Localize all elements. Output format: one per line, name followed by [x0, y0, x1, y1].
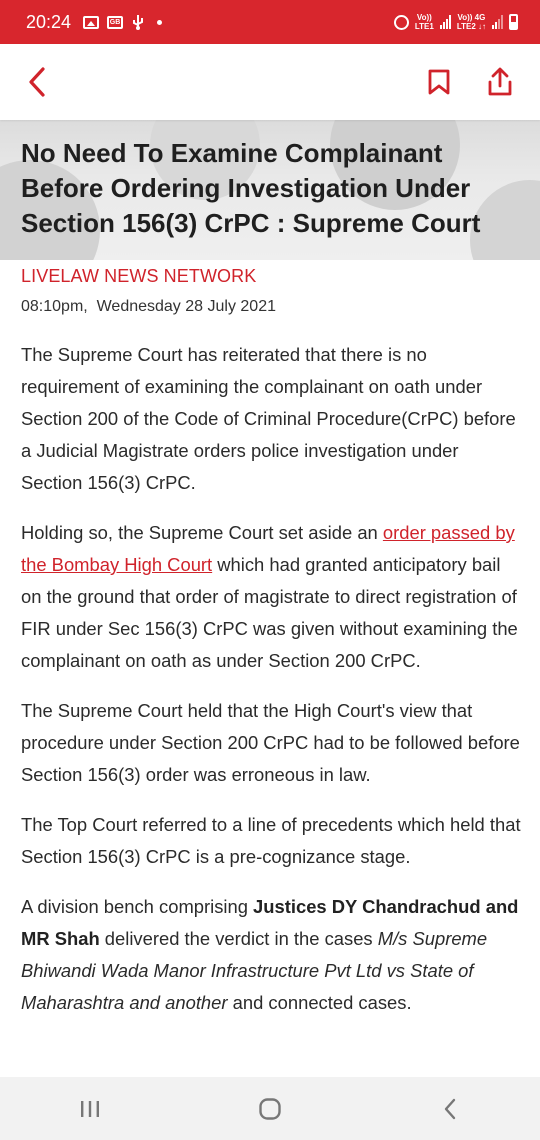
- sim1-indicator: Vo)) LTE1: [415, 13, 434, 31]
- usb-icon: [133, 15, 144, 30]
- article-title: No Need To Examine Complainant Before Or…: [21, 138, 481, 238]
- sim2-volte-label: Vo)) 4G: [457, 13, 486, 22]
- article-author[interactable]: LIVELAW NEWS NETWORK: [21, 266, 256, 287]
- sim1-volte-label: Vo)): [416, 13, 432, 22]
- paragraph-text: delivered the verdict in the cases: [99, 928, 378, 949]
- article-paragraph: The Supreme Court held that the High Cou…: [21, 700, 520, 785]
- paragraph-text: A division bench comprising: [21, 896, 254, 917]
- status-bar: 20:24 GB Vo)) LTE1 Vo)) 4G LTE2 ↓↑: [0, 0, 540, 44]
- sim1-lte-label: LTE1: [414, 22, 434, 31]
- gb-badge-icon: GB: [107, 15, 124, 29]
- sim2-indicator: Vo)) 4G LTE2 ↓↑: [457, 13, 486, 31]
- bookmark-icon: [428, 69, 450, 95]
- sim2-lte-label: LTE2 ↓↑: [456, 22, 486, 31]
- share-button[interactable]: [484, 64, 516, 100]
- system-icons: Vo)) LTE1 Vo)) 4G LTE2 ↓↑: [393, 13, 518, 31]
- home-icon: [259, 1097, 281, 1120]
- home-button[interactable]: [240, 1089, 300, 1129]
- notification-icons: GB: [83, 14, 163, 30]
- share-icon: [488, 67, 512, 96]
- recent-apps-icon: [81, 1100, 99, 1117]
- app-bar: [0, 44, 540, 120]
- status-time: 20:24: [26, 11, 72, 32]
- system-nav-bar: [0, 1077, 540, 1140]
- recent-apps-button[interactable]: [60, 1089, 120, 1129]
- gallery-icon: [83, 15, 100, 29]
- paragraph-text: and connected cases.: [227, 992, 412, 1013]
- signal-icon: [492, 15, 503, 29]
- nav-back-button[interactable]: [420, 1089, 480, 1129]
- back-icon: [29, 67, 45, 97]
- signal-icon: [439, 15, 451, 29]
- dot-icon: [157, 19, 163, 25]
- article-paragraph: The Top Court referred to a line of prec…: [21, 814, 521, 867]
- article-paragraph: Holding so, the Supreme Court set aside …: [21, 517, 521, 677]
- article-date: 08:10pm, Wednesday 28 July 2021: [21, 298, 276, 315]
- back-button[interactable]: [22, 64, 58, 100]
- back-nav-icon: [444, 1098, 456, 1119]
- battery-icon: [509, 14, 518, 30]
- article-paragraph: The Supreme Court has reiterated that th…: [21, 344, 516, 493]
- paragraph-text: Holding so, the Supreme Court set aside …: [21, 522, 383, 543]
- article-body: The Supreme Court has reiterated that th…: [21, 339, 521, 1077]
- article-paragraph: A division bench comprising Justices DY …: [21, 891, 521, 1019]
- article-hero: No Need To Examine Complainant Before Or…: [0, 120, 540, 260]
- bookmark-button[interactable]: [424, 64, 454, 100]
- alarm-icon: [393, 14, 409, 30]
